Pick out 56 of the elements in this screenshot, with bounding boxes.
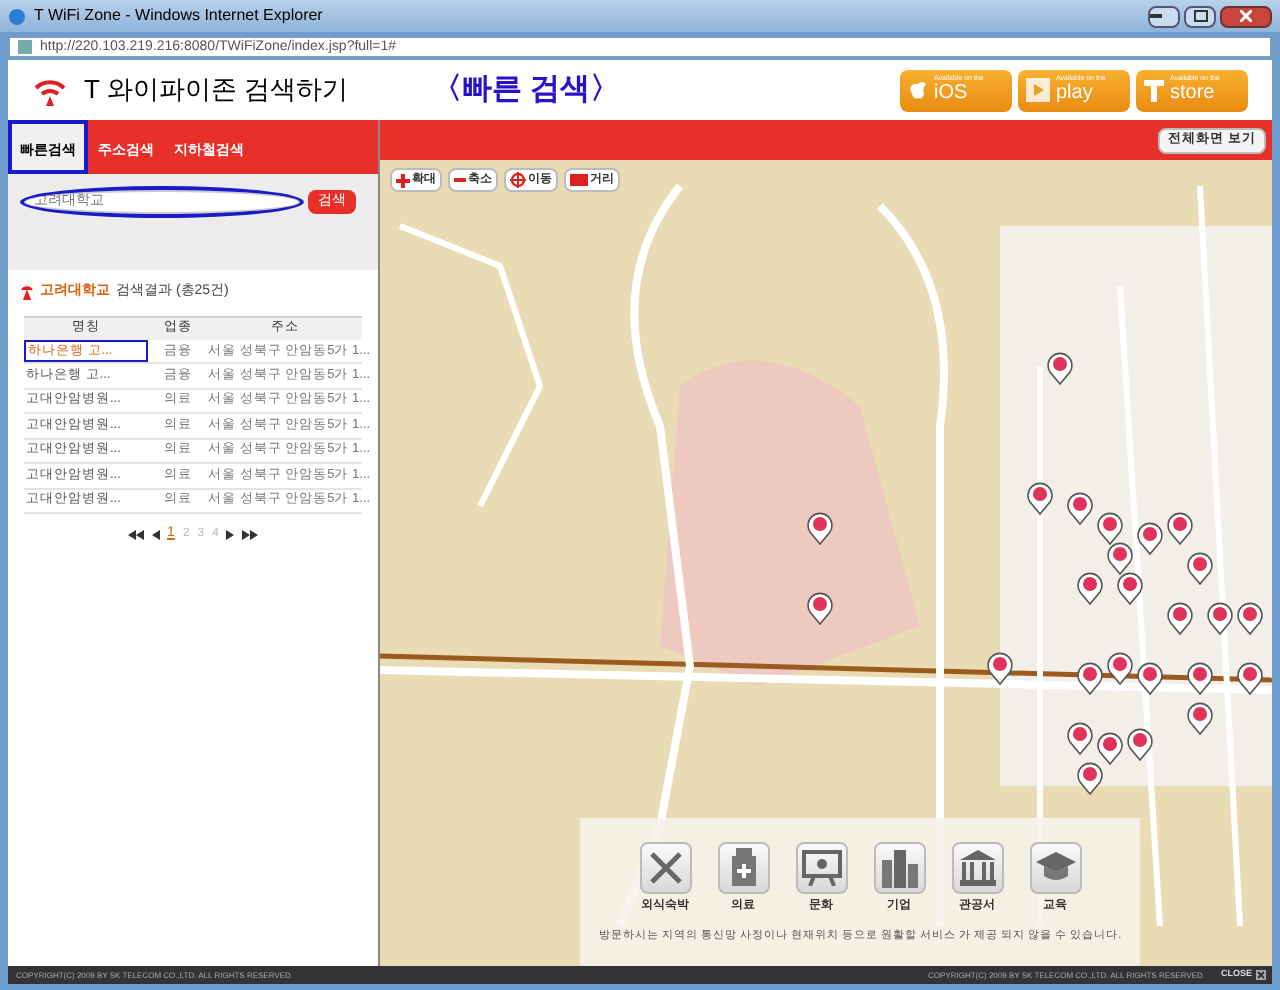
wifi-marker-icon[interactable] bbox=[1097, 512, 1123, 545]
wifi-marker-icon[interactable] bbox=[1097, 732, 1123, 765]
wifi-marker-icon[interactable] bbox=[1047, 352, 1073, 385]
annotation-text: 〈빠른 검색〉 bbox=[431, 69, 621, 110]
wifi-marker-icon[interactable] bbox=[1167, 602, 1193, 635]
minus-icon bbox=[454, 178, 466, 182]
minimize-icon bbox=[1150, 14, 1162, 18]
last-page-icon[interactable] bbox=[242, 529, 259, 540]
wifi-marker-icon[interactable] bbox=[1137, 522, 1163, 555]
wifi-marker-icon[interactable] bbox=[1067, 492, 1093, 525]
wifi-marker-icon[interactable] bbox=[1077, 662, 1103, 695]
next-page-icon[interactable] bbox=[226, 529, 235, 540]
wifi-marker-icon[interactable] bbox=[807, 592, 833, 625]
ruler-icon bbox=[570, 174, 588, 186]
fork-knife-icon bbox=[645, 848, 685, 888]
close-button[interactable] bbox=[1220, 5, 1272, 27]
page-icon bbox=[18, 39, 32, 53]
wifi-marker-icon[interactable] bbox=[1027, 482, 1053, 515]
wifi-marker-icon[interactable] bbox=[1107, 652, 1133, 685]
medicine-bottle-icon bbox=[729, 848, 757, 888]
window-title: T WiFi Zone - Windows Internet Explorer bbox=[34, 4, 323, 28]
wifi-marker-icon[interactable] bbox=[1237, 662, 1263, 695]
wifi-marker-icon[interactable] bbox=[807, 512, 833, 545]
wifi-marker-icon[interactable] bbox=[1137, 662, 1163, 695]
wifi-marker-icon[interactable] bbox=[1107, 542, 1133, 575]
first-page-icon[interactable] bbox=[127, 529, 144, 540]
wifi-marker-icon[interactable] bbox=[1187, 702, 1213, 735]
play-icon bbox=[1026, 78, 1050, 102]
browser-icon bbox=[8, 7, 26, 25]
crosshair-icon bbox=[510, 172, 526, 188]
wifi-marker-icon[interactable] bbox=[1117, 572, 1143, 605]
wifi-marker-icon[interactable] bbox=[987, 652, 1013, 685]
wifi-marker-icon[interactable] bbox=[1187, 552, 1213, 585]
minimize-button[interactable] bbox=[1148, 5, 1180, 27]
wifi-marker-icon[interactable] bbox=[1187, 662, 1213, 695]
easel-icon bbox=[801, 850, 841, 886]
maximize-icon bbox=[1193, 10, 1207, 22]
wifi-marker-icon[interactable] bbox=[1127, 728, 1153, 761]
wifi-marker-icon[interactable] bbox=[1077, 762, 1103, 795]
buildings-icon bbox=[879, 848, 919, 888]
site-title: T 와이파이존 검색하기 bbox=[84, 72, 348, 109]
t-logo-icon bbox=[1144, 78, 1164, 102]
wifi-marker-icon[interactable] bbox=[1237, 602, 1263, 635]
pillared-building-icon bbox=[957, 850, 997, 886]
wifi-marker-icon[interactable] bbox=[1067, 722, 1093, 755]
wifi-pin-icon bbox=[20, 284, 34, 301]
maximize-button[interactable] bbox=[1184, 5, 1216, 27]
apple-icon bbox=[908, 78, 928, 102]
wifi-marker-icon[interactable] bbox=[1077, 572, 1103, 605]
wifi-marker-icon[interactable] bbox=[1167, 512, 1193, 545]
wifi-logo-icon bbox=[32, 74, 68, 106]
graduation-cap-icon bbox=[1035, 852, 1075, 884]
previous-page-icon[interactable] bbox=[151, 529, 160, 540]
close-icon bbox=[1240, 10, 1252, 22]
plus-icon bbox=[396, 173, 410, 187]
wifi-marker-icon[interactable] bbox=[1207, 602, 1233, 635]
